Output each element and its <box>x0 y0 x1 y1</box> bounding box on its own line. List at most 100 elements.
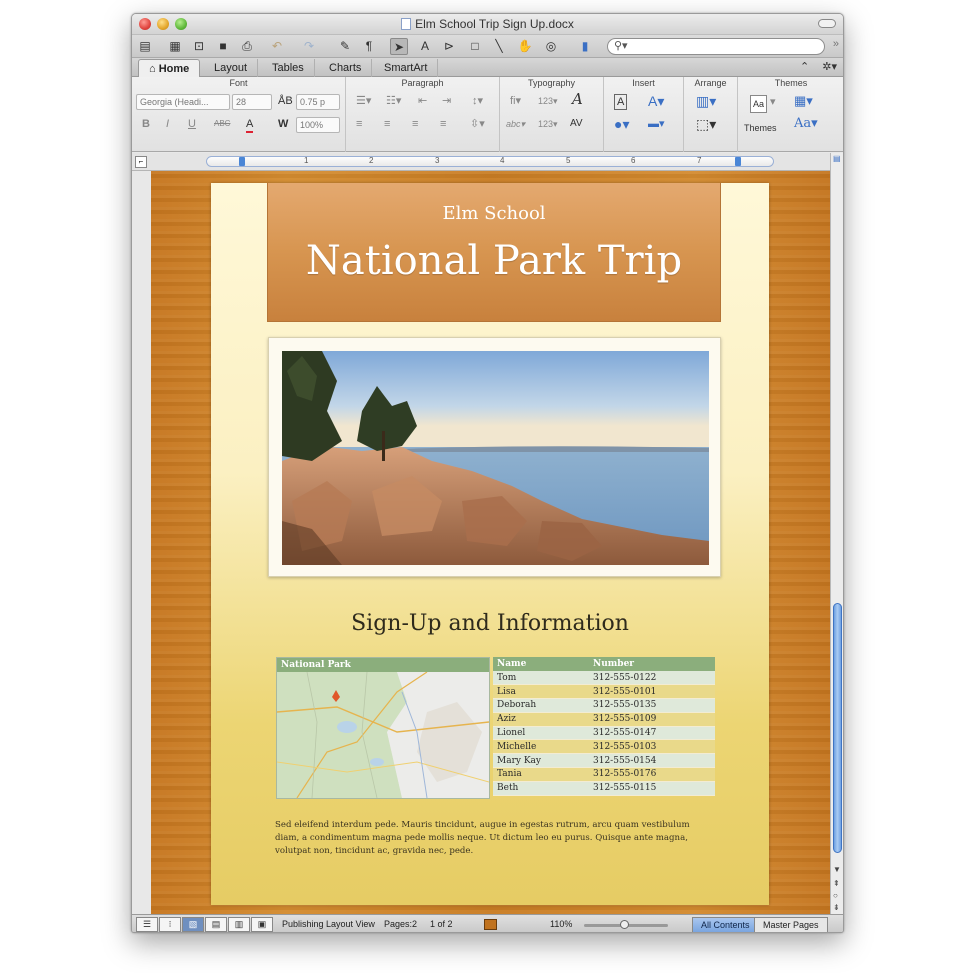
open-icon[interactable]: ⊡ <box>190 38 208 55</box>
browse-object-icon[interactable]: ○ <box>833 891 838 900</box>
contextual-alternates-icon[interactable]: abc▾ <box>506 117 525 131</box>
align-right-icon[interactable]: ≡ <box>412 117 418 131</box>
media-browser-icon[interactable]: ◎ <box>542 38 560 55</box>
insert-wordart-icon[interactable]: A▾ <box>648 94 664 108</box>
previous-page-icon[interactable]: ⇞ <box>833 879 840 888</box>
scroll-down-arrow-icon[interactable]: ▼ <box>833 865 841 874</box>
theme-fonts-icon[interactable]: Aa▾ <box>794 117 818 131</box>
insert-shape-icon[interactable]: ●▾ <box>614 117 629 131</box>
toolbar-toggle-button[interactable] <box>818 19 836 28</box>
numbering-icon[interactable]: ☷▾ <box>386 94 401 108</box>
table-row[interactable]: Aziz 312-555-0109 <box>493 712 715 727</box>
search-input[interactable]: ⚲▾ <box>607 38 825 55</box>
themes-gallery-icon[interactable]: Aa <box>750 95 768 113</box>
table-row[interactable]: Beth 312-555-0115 <box>493 781 715 796</box>
table-row[interactable]: Michelle 312-555-0103 <box>493 739 715 755</box>
strikethrough-button[interactable]: ABC <box>214 117 230 131</box>
bold-button[interactable]: B <box>142 117 150 131</box>
line-icon[interactable]: ╲ <box>490 38 508 55</box>
number-forms-icon[interactable]: 123▾ <box>538 94 558 108</box>
tab-stop-selector[interactable]: ⌐ <box>135 156 147 168</box>
arrange-group: Arrange ▥▾ ⬚▾ <box>684 77 738 152</box>
themes-dropdown-icon[interactable]: ▾ <box>770 95 776 109</box>
insert-text-box-icon[interactable]: A <box>614 94 628 110</box>
bullets-icon[interactable]: ☰▾ <box>356 94 371 108</box>
templates-icon[interactable]: ▦ <box>166 38 184 55</box>
text-box-icon[interactable]: A <box>416 38 434 55</box>
map-box[interactable]: National Park <box>276 657 490 799</box>
number-spacing-icon[interactable]: 123▾ <box>538 117 558 131</box>
zoom-slider-knob[interactable] <box>620 920 629 929</box>
toolbar-overflow-icon[interactable]: » <box>833 38 839 50</box>
font-color-button[interactable]: A <box>246 117 254 133</box>
decrease-indent-icon[interactable]: ⇤ <box>418 94 427 108</box>
left-indent-marker[interactable] <box>239 157 245 166</box>
focus-view-button[interactable]: ▣ <box>251 917 273 932</box>
table-row[interactable]: Tania 312-555-0176 <box>493 767 715 782</box>
hand-icon[interactable]: ✋ <box>516 38 534 55</box>
tab-tables[interactable]: Tables <box>262 59 315 77</box>
stylistic-sets-icon[interactable]: A <box>572 92 583 107</box>
print-icon[interactable]: ⎙ <box>238 38 256 55</box>
notebook-view-button[interactable]: ▥ <box>228 917 250 932</box>
theme-colors-icon[interactable]: ▦▾ <box>794 94 813 108</box>
new-document-icon[interactable]: ▤ <box>136 38 154 55</box>
tab-all-contents[interactable]: All Contents <box>692 917 759 932</box>
shape-icon[interactable]: □ <box>466 38 484 55</box>
table-row[interactable]: Tom 312-555-0122 <box>493 671 715 686</box>
vertical-scrollbar[interactable]: ▤ ▼ ⇞ ○ ⇟ <box>830 153 843 914</box>
linked-text-box-icon[interactable]: ⊳ <box>440 38 458 55</box>
tab-master-pages[interactable]: Master Pages <box>754 917 828 932</box>
scroll-thumb[interactable] <box>833 603 842 853</box>
font-name-field[interactable]: Georgia (Headi... <box>136 94 230 110</box>
color-swatch[interactable] <box>484 919 497 930</box>
reorder-icon[interactable]: ⬚▾ <box>696 117 716 131</box>
align-left-icon[interactable]: ≡ <box>356 117 362 131</box>
word-window: Elm School Trip Sign Up.docx ▤ ▦ ⊡ ■ ⎙ ↶… <box>131 13 844 933</box>
insert-picture-icon[interactable]: ▬▾ <box>648 117 665 131</box>
paragraph-spacing-icon[interactable]: ⇳▾ <box>470 117 485 131</box>
publishing-view-button[interactable]: ▧ <box>182 917 204 932</box>
increase-indent-icon[interactable]: ⇥ <box>442 94 451 108</box>
print-layout-view-button[interactable]: ▤ <box>205 917 227 932</box>
draft-view-button[interactable]: ☰ <box>136 917 158 932</box>
split-view-icon[interactable]: ▤ <box>833 154 841 163</box>
next-page-icon[interactable]: ⇟ <box>833 903 840 912</box>
wrap-text-icon[interactable]: ▥▾ <box>696 94 716 108</box>
sidebar-icon[interactable]: ▮ <box>576 38 594 55</box>
tab-charts[interactable]: Charts <box>319 59 373 77</box>
table-row[interactable]: Lisa 312-555-0101 <box>493 684 715 700</box>
line-spacing-icon[interactable]: ↕▾ <box>472 94 483 108</box>
show-formatting-icon[interactable]: ¶ <box>360 38 378 55</box>
justify-icon[interactable]: ≡ <box>440 117 446 131</box>
save-icon[interactable]: ■ <box>214 38 232 55</box>
scale-icon[interactable]: W <box>278 117 288 131</box>
format-painter-icon[interactable]: ✎ <box>336 38 354 55</box>
redo-icon[interactable]: ↷ <box>300 38 318 55</box>
kerning-icon[interactable]: AV <box>570 117 583 131</box>
right-indent-marker[interactable] <box>735 157 741 166</box>
table-row[interactable]: Deborah 312-555-0135 <box>493 698 715 713</box>
align-center-icon[interactable]: ≡ <box>384 117 390 131</box>
italic-button[interactable]: I <box>166 117 169 131</box>
table-row[interactable]: Mary Kay 312-555-0154 <box>493 753 715 769</box>
title-banner[interactable]: Elm School National Park Trip <box>267 183 721 322</box>
gear-icon[interactable]: ✲▾ <box>822 61 837 73</box>
tab-smartart[interactable]: SmartArt <box>374 59 439 77</box>
undo-icon[interactable]: ↶ <box>268 38 286 55</box>
ligatures-icon[interactable]: ﬁ▾ <box>510 94 521 108</box>
tab-home[interactable]: ⌂ Home <box>138 59 201 77</box>
body-paragraph[interactable]: Sed eleifend interdum pede. Mauris tinci… <box>275 819 715 858</box>
scale-field[interactable]: 100% <box>296 117 340 133</box>
tab-layout[interactable]: Layout <box>204 59 259 77</box>
collapse-ribbon-icon[interactable]: ⌃ <box>800 61 809 73</box>
underline-button[interactable]: U <box>188 117 196 131</box>
select-pointer-icon[interactable]: ➤ <box>390 38 408 55</box>
photo-frame[interactable] <box>268 337 721 577</box>
spacing-field[interactable]: 0.75 p <box>296 94 340 110</box>
horizontal-ruler[interactable]: 1 2 3 4 5 6 7 <box>206 156 774 167</box>
font-size-field[interactable]: 28 <box>232 94 272 110</box>
outline-view-button[interactable]: ⁝ <box>159 917 181 932</box>
character-spacing-icon[interactable]: ÅB <box>278 94 293 108</box>
table-row[interactable]: Lionel 312-555-0147 <box>493 726 715 741</box>
